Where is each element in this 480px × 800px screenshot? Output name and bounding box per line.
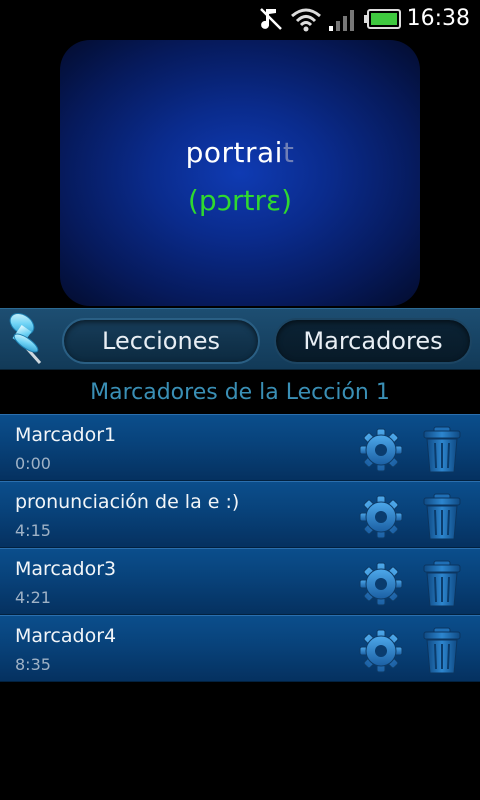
trash-icon[interactable] [420, 493, 464, 541]
bookmark-name: Marcador1 [15, 424, 117, 446]
gear-icon[interactable] [359, 562, 403, 606]
bookmark-list: Marcador1 0:00 pronunciación de la e :) … [0, 414, 480, 682]
bookmark-row[interactable]: Marcador1 0:00 [0, 414, 480, 481]
section-title: Marcadores de la Lección 1 [0, 372, 480, 414]
tab-marcadores[interactable]: Marcadores [274, 318, 472, 364]
trash-icon[interactable] [420, 426, 464, 474]
current-word-pending: t [282, 136, 295, 169]
gear-icon[interactable] [359, 495, 403, 539]
bookmark-row[interactable]: Marcador4 8:35 [0, 615, 480, 682]
bookmark-name: pronunciación de la e :) [15, 491, 240, 513]
pushpin-icon[interactable] [4, 311, 52, 369]
bookmark-row[interactable]: pronunciación de la e :) 4:15 [0, 481, 480, 548]
current-word-text: portrai [185, 136, 283, 169]
tab-lecciones[interactable]: Lecciones [62, 318, 260, 364]
tab-bar: Lecciones Marcadores [0, 308, 480, 370]
clock: 16:38 [406, 6, 470, 31]
signal-icon [329, 10, 354, 31]
phonetic-transcription: (pɔrtrɛ) [187, 184, 293, 217]
bookmark-time: 0:00 [15, 454, 51, 473]
bookmark-time: 4:21 [15, 588, 51, 607]
bookmark-row[interactable]: Marcador3 4:21 [0, 548, 480, 615]
bookmark-name: Marcador4 [15, 625, 117, 647]
bookmark-name: Marcador3 [15, 558, 117, 580]
status-bar: 16:38 [0, 0, 480, 38]
gear-icon[interactable] [359, 428, 403, 472]
music-mute-icon [260, 8, 282, 30]
trash-icon[interactable] [420, 560, 464, 608]
bookmark-time: 4:15 [15, 521, 51, 540]
wifi-icon [291, 8, 321, 32]
current-word: portrait [60, 136, 420, 169]
bookmark-time: 8:35 [15, 655, 51, 674]
gear-icon[interactable] [359, 629, 403, 673]
word-panel: portrait (pɔrtrɛ) [60, 40, 420, 306]
battery-icon [364, 9, 401, 29]
word-display-area[interactable]: portrait (pɔrtrɛ) [0, 38, 480, 308]
trash-icon[interactable] [420, 627, 464, 675]
